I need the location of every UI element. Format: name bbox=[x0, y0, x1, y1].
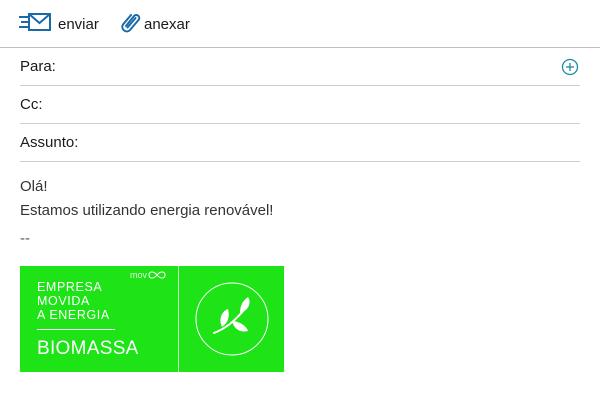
body-line-greeting: Olá! bbox=[20, 178, 48, 195]
toolbar: enviar anexar bbox=[0, 0, 600, 48]
banner-line-3: A ENERGIA bbox=[37, 308, 110, 322]
banner-line-2: MOVIDA bbox=[37, 294, 90, 308]
add-circle-icon[interactable] bbox=[560, 57, 580, 77]
send-label: enviar bbox=[58, 15, 99, 33]
leaf-icon bbox=[194, 281, 270, 357]
infinity-icon bbox=[148, 271, 166, 279]
message-body[interactable]: Olá! Estamos utilizando energia renováve… bbox=[20, 175, 580, 223]
attach-label: anexar bbox=[144, 15, 190, 33]
banner-headline: BIOMASSA bbox=[37, 338, 139, 359]
to-field-row: Para: bbox=[20, 48, 580, 86]
subject-field-row: Assunto: bbox=[20, 124, 580, 162]
banner-divider bbox=[178, 266, 179, 372]
paperclip-icon bbox=[120, 11, 142, 38]
subject-label: Assunto: bbox=[20, 134, 79, 151]
brand-text: mov bbox=[130, 270, 148, 280]
signature-banner: mov EMPRESA MOVIDA A ENERGIA BIOMASSA bbox=[20, 266, 284, 372]
to-input[interactable] bbox=[59, 51, 580, 82]
subject-input[interactable] bbox=[82, 127, 580, 158]
body-line-message: Estamos utilizando energia renovável! bbox=[20, 202, 274, 219]
envelope-send-icon bbox=[18, 11, 52, 38]
signature-separator: -- bbox=[20, 230, 30, 247]
compose-window: enviar anexar Para: Cc: Assunto: Olá! Es… bbox=[0, 0, 600, 400]
to-label: Para: bbox=[20, 58, 56, 75]
cc-field-row: Cc: bbox=[20, 86, 580, 124]
banner-line-1: EMPRESA bbox=[37, 280, 103, 294]
banner-underline bbox=[37, 329, 115, 330]
send-button[interactable]: enviar bbox=[18, 12, 99, 36]
cc-input[interactable] bbox=[46, 89, 580, 120]
attach-button[interactable]: anexar bbox=[120, 12, 190, 36]
brand-logo: mov bbox=[130, 270, 167, 280]
cc-label: Cc: bbox=[20, 96, 43, 113]
